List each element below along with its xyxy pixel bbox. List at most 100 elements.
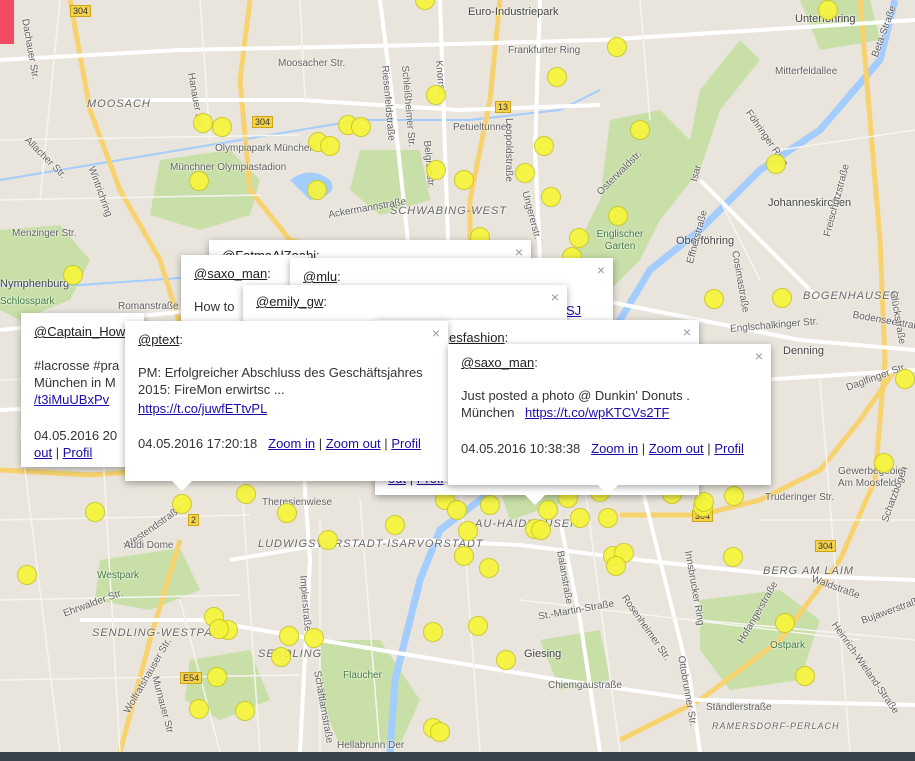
tweet-marker[interactable]: [430, 722, 450, 742]
popup-link[interactable]: /t3iMuUBxPv: [34, 391, 109, 408]
popup-close-icon[interactable]: ×: [432, 326, 440, 340]
zoom-out-link[interactable]: Zoom out: [649, 441, 704, 456]
profil-link[interactable]: Profil: [391, 436, 421, 451]
tweet-marker[interactable]: [318, 530, 338, 550]
tweet-marker[interactable]: [606, 556, 626, 576]
tweet-marker[interactable]: [479, 558, 499, 578]
tweet-marker[interactable]: [279, 626, 299, 646]
tweet-marker[interactable]: [598, 508, 618, 528]
tweet-marker[interactable]: [775, 613, 795, 633]
profil-link[interactable]: Profil: [714, 441, 744, 456]
tweet-marker[interactable]: [723, 547, 743, 567]
popup-close-icon[interactable]: ×: [755, 349, 763, 363]
tweet-marker[interactable]: [307, 180, 327, 200]
tweet-marker[interactable]: [772, 288, 792, 308]
popup-user-link[interactable]: @emily_gw: [256, 294, 323, 309]
tweet-marker[interactable]: [277, 503, 297, 523]
tweet-marker[interactable]: [818, 0, 838, 20]
tweet-marker[interactable]: [534, 136, 554, 156]
tweet-marker[interactable]: [766, 154, 786, 174]
label-ludwigsvorstadt: LUDWIGSVORSTADT-ISARVORSTADT: [258, 538, 484, 550]
tweet-marker[interactable]: [189, 171, 209, 191]
zoom-out-link[interactable]: out: [34, 445, 52, 460]
tweet-marker[interactable]: [236, 484, 256, 504]
zoom-in-link[interactable]: Zoom in: [268, 436, 315, 451]
tweet-marker[interactable]: [607, 37, 627, 57]
tweet-marker[interactable]: [320, 136, 340, 156]
tweet-marker[interactable]: [569, 228, 589, 248]
tweet-marker[interactable]: [423, 622, 443, 642]
popup-user-link[interactable]: @saxo_man: [461, 355, 534, 370]
popup-user-link[interactable]: @ptext: [138, 332, 179, 347]
tweet-marker[interactable]: [63, 265, 83, 285]
popup-pointer: [172, 481, 192, 491]
label-chiemgaustrasse: Chiemgaustraße: [548, 680, 622, 691]
tweet-marker[interactable]: [694, 492, 714, 512]
label-truderinger-str: Truderinger Str.: [765, 492, 835, 503]
zoom-in-link[interactable]: Zoom in: [591, 441, 638, 456]
label-moosacher-str: Moosacher Str.: [278, 58, 346, 69]
tweet-marker[interactable]: [209, 619, 229, 639]
label-menzinger-str: Menzinger Str.: [12, 228, 77, 239]
popup-link[interactable]: https://t.co/wpKTCVs2TF: [525, 404, 670, 421]
tweet-marker[interactable]: [212, 117, 232, 137]
tweet-marker[interactable]: [496, 650, 516, 670]
tweet-marker[interactable]: [630, 120, 650, 140]
tweet-marker[interactable]: [724, 486, 744, 506]
tweet-marker[interactable]: [874, 453, 894, 473]
popup-user-link[interactable]: @mlu: [303, 269, 337, 284]
popup-close-icon[interactable]: ×: [551, 290, 559, 304]
popup-close-icon[interactable]: ×: [683, 325, 691, 339]
label-audi-dome: Audi Dome: [124, 540, 174, 551]
profil-link[interactable]: Profil: [63, 445, 93, 460]
popup-user-link[interactable]: @saxo_man: [194, 266, 267, 281]
tweet-marker[interactable]: [385, 515, 405, 535]
tweet-marker[interactable]: [17, 565, 37, 585]
popup-user-link[interactable]: @Captain_How: [34, 324, 125, 339]
tweet-marker[interactable]: [351, 117, 371, 137]
tweet-marker[interactable]: [189, 699, 209, 719]
tweet-marker[interactable]: [468, 616, 488, 636]
tweet-marker[interactable]: [895, 369, 915, 389]
popup-pointer: [525, 495, 545, 505]
tweet-marker[interactable]: [454, 170, 474, 190]
tweet-marker[interactable]: [515, 163, 535, 183]
tweet-marker[interactable]: [193, 113, 213, 133]
popup-text: How to: [194, 299, 235, 314]
label-berg-am-laim: BERG AM LAIM: [763, 565, 855, 577]
popup-user-link[interactable]: esfashion: [449, 330, 505, 345]
tweet-marker[interactable]: [704, 289, 724, 309]
popup-link[interactable]: SJ: [566, 302, 581, 319]
tweet-marker[interactable]: [608, 206, 628, 226]
popup-username: @Captain_How: [34, 323, 125, 340]
tweet-marker[interactable]: [454, 546, 474, 566]
road-shield-e54: E54: [180, 672, 203, 684]
tweet-marker[interactable]: [480, 495, 500, 515]
label-petueltunnel: Petueltunnel: [453, 122, 509, 133]
map[interactable]: Euro-Industriepark Unterföhring Frankfur…: [0, 0, 915, 752]
popup-link[interactable]: https://t.co/juwfETtvPL: [138, 400, 267, 417]
popup-actions: 04.05.2016 17:20:18 Zoom in | Zoom out |…: [138, 436, 421, 451]
tweet-marker[interactable]: [304, 628, 324, 648]
tweet-marker[interactable]: [426, 85, 446, 105]
tweet-marker[interactable]: [172, 494, 192, 514]
label-bogenhausen: BOGENHAUSEN: [803, 290, 900, 302]
label-denning: Denning: [783, 345, 824, 357]
tweet-marker[interactable]: [531, 520, 551, 540]
popup-actions: 04.05.2016 10:38:38 Zoom in | Zoom out |…: [461, 441, 744, 456]
popup-close-icon[interactable]: ×: [597, 263, 605, 277]
tweet-marker[interactable]: [426, 160, 446, 180]
tweet-marker[interactable]: [541, 187, 561, 207]
tweet-marker[interactable]: [570, 508, 590, 528]
tweet-marker[interactable]: [271, 647, 291, 667]
tweet-marker[interactable]: [795, 666, 815, 686]
tweet-marker[interactable]: [447, 500, 467, 520]
tweet-marker[interactable]: [85, 502, 105, 522]
popup-close-icon[interactable]: ×: [515, 245, 523, 259]
tweet-marker[interactable]: [458, 521, 478, 541]
tweet-marker[interactable]: [207, 667, 227, 687]
tweet-marker[interactable]: [235, 701, 255, 721]
tweet-marker[interactable]: [547, 67, 567, 87]
zoom-out-link[interactable]: Zoom out: [326, 436, 381, 451]
sidebar-toggle-tab[interactable]: [0, 0, 14, 44]
